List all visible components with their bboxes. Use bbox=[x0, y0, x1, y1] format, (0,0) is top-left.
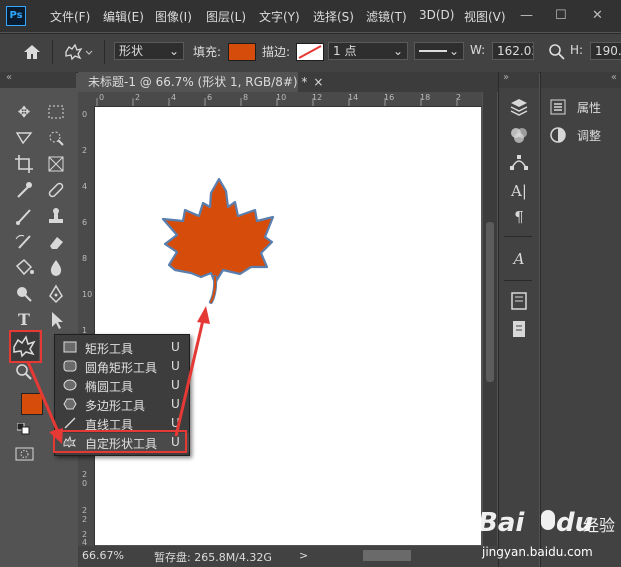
watermark-subtitle: 经验 bbox=[583, 516, 616, 535]
paw-icon bbox=[541, 510, 555, 530]
watermark-url: jingyan.baidu.com bbox=[482, 545, 593, 559]
watermark-brand: Bai bbox=[478, 508, 525, 538]
annotation-arrows bbox=[26, 306, 210, 444]
baidu-watermark: Bai du 经验 jingyan.baidu.com bbox=[468, 505, 618, 565]
